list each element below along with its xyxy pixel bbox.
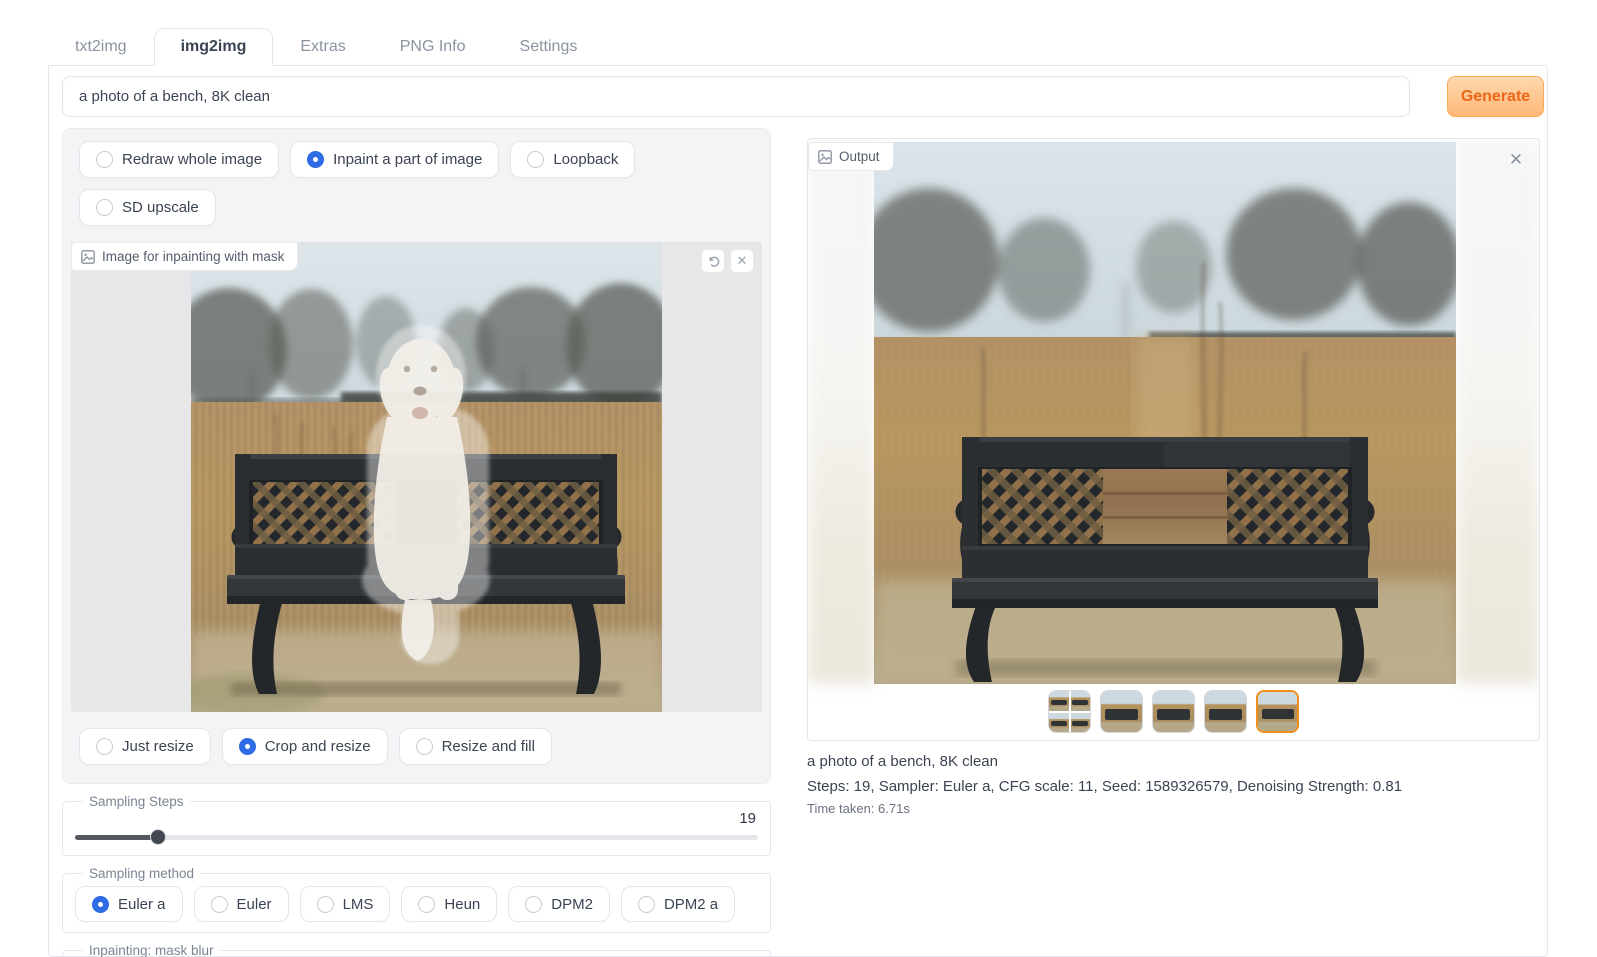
radio-icon[interactable] (96, 738, 113, 755)
radio-icon[interactable] (96, 199, 113, 216)
inpaint-image-box[interactable]: Image for inpainting with mask ✕ (71, 242, 762, 712)
slider-thumb[interactable] (150, 829, 166, 845)
radio-icon[interactable] (317, 896, 334, 913)
radio-option-loopback[interactable]: Loopback (510, 141, 635, 178)
radio-label: DPM2 (551, 896, 593, 913)
radio-label: LMS (343, 896, 374, 913)
output-thumbnails (808, 690, 1539, 733)
close-output-icon[interactable]: ✕ (1503, 147, 1529, 173)
output-right-blur (1456, 139, 1539, 684)
radio-icon[interactable] (416, 738, 433, 755)
inpaint-image-chip: Image for inpainting with mask (71, 242, 298, 271)
radio-option-just-resize[interactable]: Just resize (79, 728, 211, 765)
radio-label: Redraw whole image (122, 151, 262, 168)
bench-result-scene (874, 142, 1456, 684)
radio-option-redraw-whole-image[interactable]: Redraw whole image (79, 141, 279, 178)
sampling-steps-slider[interactable] (75, 829, 758, 845)
radio-option-resize-and-fill[interactable]: Resize and fill (399, 728, 552, 765)
main-tab-bar: txt2imgimg2imgExtrasPNG InfoSettings (48, 28, 604, 65)
mask-blur-label: Inpainting: mask blur (83, 943, 220, 957)
radio-icon[interactable] (307, 151, 324, 168)
image-icon (818, 150, 832, 164)
sampling-steps-value: 19 (75, 810, 758, 827)
generation-info: a photo of a bench, 8K clean Steps: 19, … (807, 746, 1531, 816)
sampling-method-label: Sampling method (83, 866, 200, 881)
radio-icon[interactable] (239, 738, 256, 755)
radio-option-dpm2-a[interactable]: DPM2 a (621, 886, 735, 922)
radio-option-crop-and-resize[interactable]: Crop and resize (222, 728, 388, 765)
dog-bench-scene (191, 242, 662, 712)
undo-icon[interactable] (701, 249, 725, 273)
radio-label: DPM2 a (664, 896, 718, 913)
output-thumbnail-4[interactable] (1204, 690, 1247, 733)
radio-label: SD upscale (122, 199, 199, 216)
radio-label: Euler (237, 896, 272, 913)
output-left-blur (808, 139, 876, 684)
radio-icon[interactable] (96, 151, 113, 168)
radio-label: Euler a (118, 896, 166, 913)
radio-option-heun[interactable]: Heun (401, 886, 497, 922)
tab-img2img[interactable]: img2img (154, 28, 274, 66)
img2img-tab-panel: Generate Redraw whole image Inpaint a par… (48, 65, 1548, 957)
tab-settings[interactable]: Settings (493, 28, 605, 65)
radio-label: Crop and resize (265, 738, 371, 755)
radio-option-euler[interactable]: Euler (194, 886, 289, 922)
tab-txt2img[interactable]: txt2img (48, 28, 154, 65)
mask-blur-group: Inpainting: mask blur 0 (62, 943, 771, 957)
radio-label: Resize and fill (442, 738, 535, 755)
output-panel: Output ✕ (807, 138, 1540, 741)
image-icon (81, 250, 95, 264)
radio-label: Inpaint a part of image (333, 151, 482, 168)
radio-option-sd-upscale[interactable]: SD upscale (79, 189, 216, 226)
radio-label: Just resize (122, 738, 194, 755)
sampling-steps-group: Sampling Steps 19 (62, 794, 771, 856)
radio-icon[interactable] (418, 896, 435, 913)
output-label: Output (839, 149, 880, 164)
output-params: Steps: 19, Sampler: Euler a, CFG scale: … (807, 778, 1531, 795)
radio-option-dpm2[interactable]: DPM2 (508, 886, 610, 922)
radio-icon[interactable] (525, 896, 542, 913)
output-thumbnail-3[interactable] (1152, 690, 1195, 733)
clear-image-icon[interactable]: ✕ (730, 249, 754, 273)
radio-option-lms[interactable]: LMS (300, 886, 391, 922)
img2img-mode-panel: Redraw whole image Inpaint a part of imag… (62, 128, 771, 784)
left-settings-column: Redraw whole image Inpaint a part of imag… (62, 128, 771, 957)
sampling-method-radio-group: Euler a Euler LMS Heun DPM2 DPM2 a (75, 882, 758, 922)
radio-icon[interactable] (638, 896, 655, 913)
output-thumbnail-1[interactable] (1048, 690, 1091, 733)
radio-label: Loopback (553, 151, 618, 168)
generate-button[interactable]: Generate (1447, 76, 1544, 117)
output-image[interactable] (874, 142, 1456, 684)
radio-icon[interactable] (92, 896, 109, 913)
output-chip: Output (808, 142, 894, 171)
tab-png-info[interactable]: PNG Info (373, 28, 493, 65)
radio-label: Heun (444, 896, 480, 913)
radio-icon[interactable] (527, 151, 544, 168)
sd-webui-app: txt2imgimg2imgExtrasPNG InfoSettings Gen… (0, 0, 1597, 957)
output-caption: a photo of a bench, 8K clean (807, 753, 1531, 770)
output-thumbnail-5[interactable] (1256, 690, 1299, 733)
radio-option-inpaint-a-part-of-image[interactable]: Inpaint a part of image (290, 141, 499, 178)
prompt-input[interactable] (62, 76, 1410, 117)
tab-extras[interactable]: Extras (273, 28, 372, 65)
output-thumbnail-2[interactable] (1100, 690, 1143, 733)
sampling-steps-label: Sampling Steps (83, 794, 190, 809)
resize-radio-group: Just resize Crop and resize Resize and fil… (71, 722, 762, 771)
sampling-method-group: Sampling method Euler a Euler LMS Heun DPM2 D… (62, 866, 771, 933)
inpaint-source-photo[interactable] (191, 242, 662, 712)
radio-icon[interactable] (211, 896, 228, 913)
inpaint-image-label: Image for inpainting with mask (102, 249, 284, 264)
radio-option-euler-a[interactable]: Euler a (75, 886, 183, 922)
time-taken: Time taken: 6.71s (807, 801, 1531, 816)
mode-radio-group: Redraw whole image Inpaint a part of imag… (71, 135, 762, 232)
